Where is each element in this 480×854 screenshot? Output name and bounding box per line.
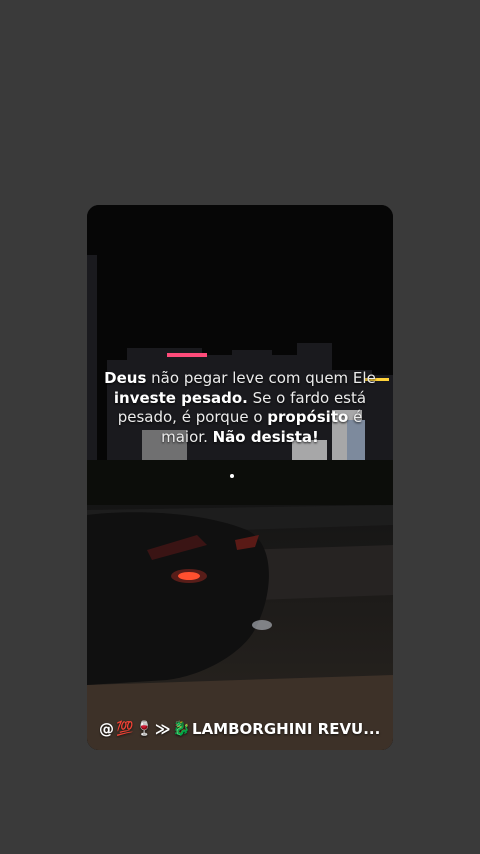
story-card[interactable]: Deus não pegar leve com quem Ele investe… bbox=[87, 205, 393, 750]
quote-bold-deus: Deus bbox=[104, 369, 147, 387]
night-city-photo bbox=[87, 205, 393, 750]
double-arrow-icon: ≫ bbox=[154, 720, 171, 738]
neon-sign bbox=[167, 353, 207, 357]
quote-text-1: não pegar leve com quem Ele bbox=[146, 369, 376, 387]
music-caption[interactable]: @ 💯 🍷 ≫ 🐉 LAMBORGHINI REVU... bbox=[99, 720, 385, 738]
at-symbol: @ bbox=[99, 720, 114, 738]
dragon-icon: 🐉 bbox=[172, 721, 191, 737]
caption-text: LAMBORGHINI REVU... bbox=[192, 720, 381, 738]
quote-bold-nao-desista: Não desista! bbox=[212, 427, 319, 446]
quote-bold-proposito: propósito bbox=[267, 408, 349, 426]
motivational-quote: Deus não pegar leve com quem Ele investe… bbox=[95, 369, 385, 447]
hundred-icon: 💯 bbox=[116, 721, 134, 737]
wine-glass-icon: 🍷 bbox=[135, 721, 153, 737]
quote-bold-investe: investe pesado. bbox=[113, 388, 248, 407]
